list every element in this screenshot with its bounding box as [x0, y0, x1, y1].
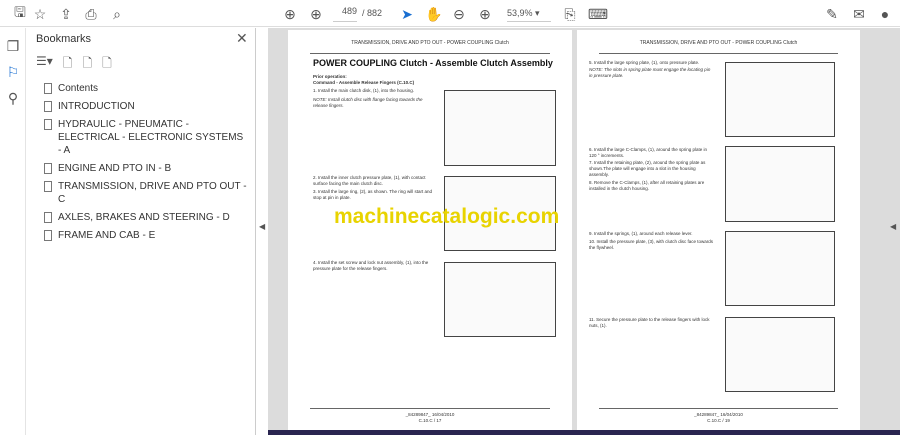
illustration [725, 317, 835, 392]
page-up-icon[interactable]: ⊕ [280, 4, 300, 24]
page-total: / 882 [362, 8, 383, 18]
step: 10. Install the pressure plate, (3), wit… [589, 239, 714, 250]
bookmark-item[interactable]: FRAME AND CAB - E [44, 229, 249, 242]
page-number-input[interactable]: 489 [333, 6, 357, 22]
expand-panel-icon[interactable]: ◀ [890, 222, 896, 231]
note: NOTE: The slots in spring plate must eng… [589, 67, 711, 78]
step: 8. Remove the C-Clamps, (1), after all r… [589, 180, 705, 191]
bookmark-tools: ☰▾ 🗋 🗋 🗋 [36, 54, 112, 75]
divider [599, 408, 838, 409]
divider [310, 408, 550, 409]
bookmark-item[interactable]: HYDRAULIC - PNEUMATIC - ELECTRICAL - ELE… [44, 118, 249, 157]
step: 4. Install the set screw and lock nut as… [313, 260, 429, 271]
hand-tool-icon[interactable]: ✋ [424, 4, 444, 24]
step: 2. Install the inner clutch pressure pla… [313, 175, 426, 186]
bookmark-item[interactable]: AXLES, BRAKES AND STEERING - D [44, 211, 249, 224]
bookmarks-icon[interactable]: ⚐ [3, 62, 23, 82]
page-header: TRANSMISSION, DRIVE AND PTO OUT - POWER … [351, 40, 509, 46]
page-header: TRANSMISSION, DRIVE AND PTO OUT - POWER … [639, 40, 798, 46]
close-icon[interactable]: ✕ [236, 30, 248, 47]
bookmark-icon [44, 101, 52, 112]
illustration [725, 62, 835, 137]
sign-icon[interactable]: ✎ [822, 4, 842, 24]
bookmark-label: FRAME AND CAB - E [58, 230, 156, 241]
prior-operation: Command - Assemble Release Fingers (C.10… [313, 80, 415, 85]
divider [310, 53, 550, 54]
mail-icon[interactable]: ✉ [849, 4, 869, 24]
step: 3. Install the large ring, (2), as shown… [313, 189, 432, 200]
footer-page: C.10.C / 17 [418, 418, 442, 423]
bookmark-icon [44, 212, 52, 223]
bookmark-label: INTRODUCTION [58, 101, 135, 112]
save-icon[interactable]: 🖫 [10, 4, 30, 24]
bookmark-item[interactable]: TRANSMISSION, DRIVE AND PTO OUT - C [44, 180, 249, 206]
attachment-icon[interactable]: ⚲ [3, 88, 23, 108]
bookmark-icon [44, 163, 52, 174]
bookmark-star-icon[interactable]: ☆ [30, 4, 50, 24]
keyboard-icon[interactable]: ⌨ [588, 4, 608, 24]
bookmark-label: HYDRAULIC - PNEUMATIC - ELECTRICAL - ELE… [58, 119, 244, 156]
bookmark-item[interactable]: ENGINE AND PTO IN - B [44, 162, 249, 175]
bookmark-list: Contents INTRODUCTION HYDRAULIC - PNEUMA… [44, 82, 249, 247]
bookmark-label: TRANSMISSION, DRIVE AND PTO OUT - C [58, 181, 247, 205]
illustration [444, 262, 556, 337]
step: 7. Install the retaining plate, (2), aro… [589, 160, 706, 177]
bookmark-icon [44, 119, 52, 130]
step: 5. Install the large spring plate, (1), … [589, 60, 700, 65]
pdf-page-right: TRANSMISSION, DRIVE AND PTO OUT - POWER … [577, 30, 860, 435]
options-menu-icon[interactable]: ☰▾ [36, 54, 53, 75]
collapse-panel-icon[interactable]: ◀ [259, 222, 265, 231]
illustration [444, 90, 556, 166]
bookmark-item[interactable]: Contents [44, 82, 249, 95]
bookmark-label: AXLES, BRAKES AND STEERING - D [58, 212, 230, 223]
bookmark-icon [44, 83, 52, 94]
page-layout-icon[interactable]: ⎘ [560, 4, 580, 24]
note: NOTE: Install clutch disc with flange fa… [313, 97, 423, 108]
upload-icon[interactable]: ⇪ [56, 4, 76, 24]
select-cursor-icon[interactable]: ➤ [397, 4, 417, 24]
print-icon[interactable]: ⎙ [81, 4, 101, 24]
toolbar: 🖫 ☆ ⇪ ⎙ ⌕ ⊕ ⊕ 489 / 882 ➤ ✋ ⊖ ⊕ 53,9% ▾ … [0, 0, 900, 27]
step: 9. Install the springs, (1), around each… [589, 231, 693, 236]
account-icon[interactable]: ● [875, 4, 895, 24]
zoom-in-icon[interactable]: ⊕ [475, 4, 495, 24]
bookmark-icon [44, 230, 52, 241]
bookmark-icon [44, 181, 52, 192]
zoom-out-icon[interactable]: ⊖ [449, 4, 469, 24]
divider [599, 53, 838, 54]
watermark: machinecatalogic.com [334, 205, 560, 228]
navigation-rail: ❐ ⚐ ⚲ [0, 28, 26, 435]
taskbar-strip [268, 430, 900, 435]
zoom-select[interactable]: 53,9% ▾ [507, 6, 551, 22]
illustration [725, 146, 835, 222]
find-bookmark-icon[interactable]: 🗋 [102, 54, 112, 75]
page-title: POWER COUPLING Clutch - Assemble Clutch … [313, 58, 553, 68]
page-down-icon[interactable]: ⊕ [306, 4, 326, 24]
pages-icon[interactable]: ❐ [3, 36, 23, 56]
search-icon[interactable]: ⌕ [107, 4, 127, 24]
delete-bookmark-icon[interactable]: 🗋 [63, 54, 73, 75]
bookmark-item[interactable]: INTRODUCTION [44, 100, 249, 113]
step: 11. Secure the pressure plate to the rel… [589, 317, 710, 328]
illustration [725, 231, 835, 306]
step: 1. Install the main clutch disk, (1), in… [313, 88, 415, 93]
bookmark-label: ENGINE AND PTO IN - B [58, 163, 172, 174]
add-bookmark-icon[interactable]: 🗋 [82, 54, 92, 75]
footer-page: C.10.C / 19 [707, 418, 730, 423]
bookmarks-title: Bookmarks [36, 33, 92, 45]
bookmark-label: Contents [58, 83, 99, 94]
step: 6. Install the large C-Clamps, (1), arou… [589, 147, 708, 158]
pdf-page-left: TRANSMISSION, DRIVE AND PTO OUT - POWER … [288, 30, 572, 435]
zoom-value: 53,9% [507, 8, 533, 18]
